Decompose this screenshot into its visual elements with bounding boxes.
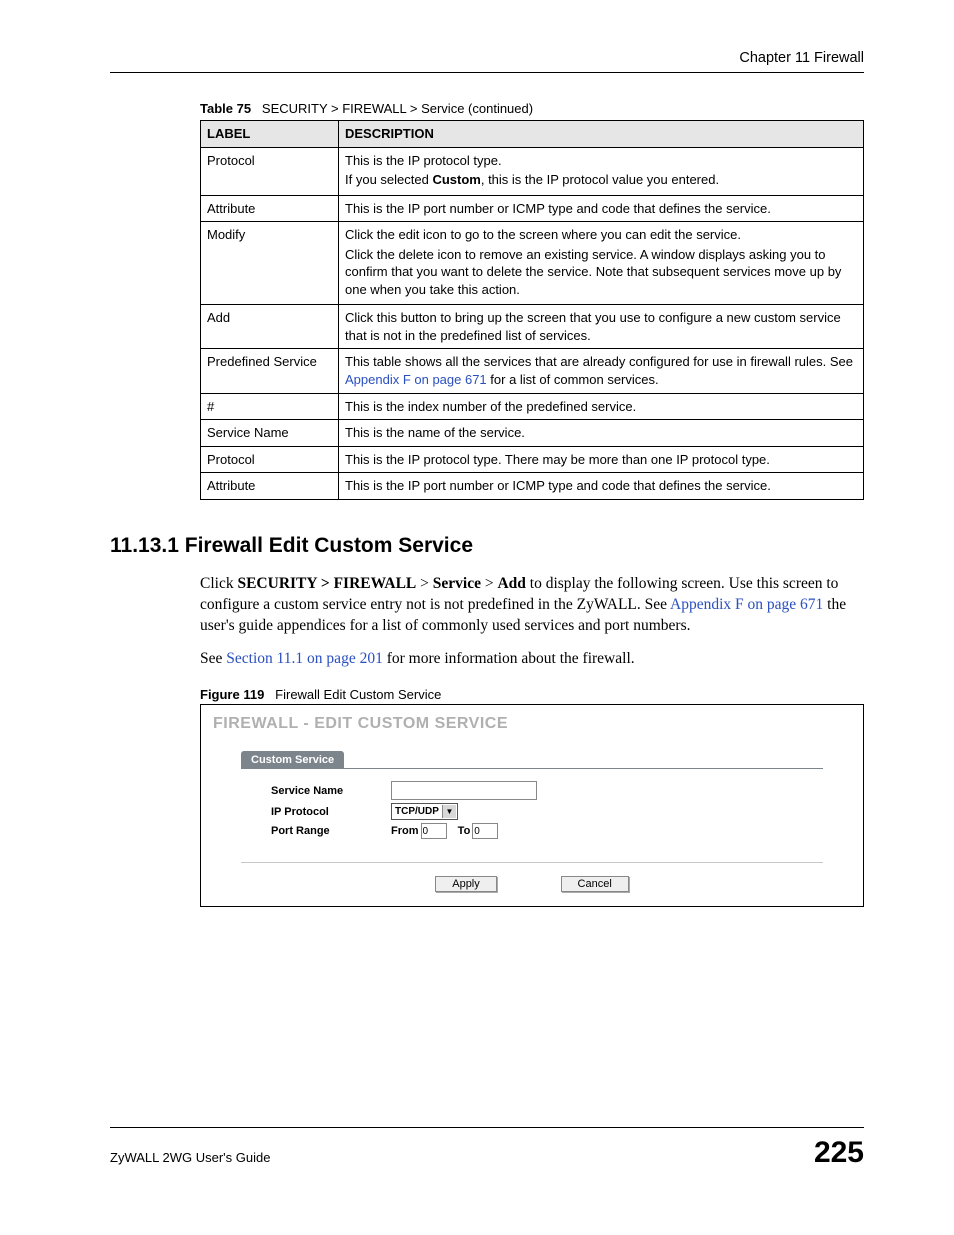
label-service-name: Service Name	[271, 785, 391, 797]
breadcrumb-item: Service	[433, 575, 481, 592]
label-ip-protocol: IP Protocol	[271, 806, 391, 818]
body-text: Click SECURITY > FIREWALL > Service > Ad…	[200, 574, 864, 670]
row-port-range: Port Range From To	[271, 823, 823, 839]
section-link[interactable]: Section 11.1 on page 201	[226, 650, 383, 667]
button-row: Apply Cancel	[241, 875, 823, 892]
text: Click	[200, 575, 237, 592]
label-port-range: Port Range	[271, 825, 391, 837]
select-value: TCP/UDP	[395, 806, 439, 817]
table-caption: Table 75 SECURITY > FIREWALL > Service (…	[200, 101, 864, 116]
label-cell: Attribute	[201, 473, 339, 500]
figure-frame: FIREWALL - EDIT CUSTOM SERVICE Custom Se…	[200, 704, 864, 907]
label-cell: Protocol	[201, 446, 339, 473]
page-number: 225	[814, 1136, 864, 1170]
text: See	[200, 650, 226, 667]
desc-cell: This is the IP protocol type. There may …	[339, 446, 864, 473]
table-row: Predefined Service This table shows all …	[201, 349, 864, 393]
table-row: Service Name This is the name of the ser…	[201, 420, 864, 447]
desc-cell: This is the name of the service.	[339, 420, 864, 447]
form-divider	[241, 862, 823, 863]
table-row: Attribute This is the IP port number or …	[201, 473, 864, 500]
figure-caption-text: Firewall Edit Custom Service	[275, 687, 441, 702]
figure-block: Figure 119 Firewall Edit Custom Service …	[200, 687, 864, 907]
ip-protocol-select[interactable]: TCP/UDP ▼	[391, 803, 458, 820]
figure-caption-num: Figure 119	[200, 687, 264, 702]
figure-caption: Figure 119 Firewall Edit Custom Service	[200, 687, 864, 702]
desc-text: If you selected	[345, 172, 432, 187]
desc-line: This is the IP protocol type.	[345, 152, 857, 170]
desc-cell: This table shows all the services that a…	[339, 349, 864, 393]
table-header-label: Label	[201, 121, 339, 148]
cancel-button[interactable]: Cancel	[561, 876, 629, 892]
table-row: Protocol This is the IP protocol type. I…	[201, 147, 864, 195]
label-cell: Attribute	[201, 195, 339, 222]
desc-line: Click the delete icon to remove an exist…	[345, 246, 857, 299]
label-cell: Modify	[201, 222, 339, 305]
panel-title: FIREWALL - EDIT CUSTOM SERVICE	[213, 715, 853, 733]
label-to: To	[458, 825, 471, 837]
label-cell: Predefined Service	[201, 349, 339, 393]
breadcrumb: SECURITY > FIREWALL	[237, 575, 416, 592]
label-cell: #	[201, 393, 339, 420]
tab-custom-service[interactable]: Custom Service	[241, 751, 344, 769]
table-row: Attribute This is the IP port number or …	[201, 195, 864, 222]
label-cell: Service Name	[201, 420, 339, 447]
chapter-header: Chapter 11 Firewall	[110, 50, 864, 66]
table-row: Add Click this button to bring up the sc…	[201, 305, 864, 349]
desc-text: for a list of common services.	[487, 372, 659, 387]
label-cell: Protocol	[201, 147, 339, 195]
desc-text: This table shows all the services that a…	[345, 354, 853, 369]
desc-cell: This is the IP protocol type. If you sel…	[339, 147, 864, 195]
desc-text: , this is the IP protocol value you ente…	[481, 172, 719, 187]
desc-cell: This is the index number of the predefin…	[339, 393, 864, 420]
panel-inner: Custom Service Service Name IP Protocol …	[241, 751, 823, 892]
paragraph: See Section 11.1 on page 201 for more in…	[200, 649, 864, 670]
text: for more information about the firewall.	[383, 650, 635, 667]
paragraph: Click SECURITY > FIREWALL > Service > Ad…	[200, 574, 864, 637]
port-to-input[interactable]	[472, 823, 498, 839]
table-row: # This is the index number of the predef…	[201, 393, 864, 420]
appendix-link[interactable]: Appendix F on page 671	[670, 596, 823, 613]
header-rule	[110, 72, 864, 73]
table-caption-text: SECURITY > FIREWALL > Service (continued…	[262, 101, 533, 116]
text: >	[416, 575, 433, 592]
label-description-table: Label Description Protocol This is the I…	[200, 120, 864, 500]
service-name-input[interactable]	[391, 781, 537, 800]
desc-bold: Custom	[432, 172, 480, 187]
desc-cell: This is the IP port number or ICMP type …	[339, 195, 864, 222]
apply-button[interactable]: Apply	[435, 876, 497, 892]
text: >	[481, 575, 498, 592]
footer-rule	[110, 1127, 864, 1128]
desc-line: Click the edit icon to go to the screen …	[345, 226, 857, 244]
section-heading: 11.13.1 Firewall Edit Custom Service	[110, 534, 864, 558]
row-ip-protocol: IP Protocol TCP/UDP ▼	[271, 803, 823, 820]
page-footer: ZyWALL 2WG User's Guide 225	[110, 1127, 864, 1170]
desc-line: If you selected Custom, this is the IP p…	[345, 171, 857, 189]
form-area: Service Name IP Protocol TCP/UDP ▼ Port …	[241, 777, 823, 856]
label-cell: Add	[201, 305, 339, 349]
table-row: Modify Click the edit icon to go to the …	[201, 222, 864, 305]
appendix-link[interactable]: Appendix F on page 671	[345, 372, 487, 387]
breadcrumb-item: Add	[497, 575, 525, 592]
desc-cell: Click this button to bring up the screen…	[339, 305, 864, 349]
table-block: Table 75 SECURITY > FIREWALL > Service (…	[200, 101, 864, 500]
port-from-input[interactable]	[421, 823, 447, 839]
desc-cell: Click the edit icon to go to the screen …	[339, 222, 864, 305]
label-from: From	[391, 825, 419, 837]
table-row: Protocol This is the IP protocol type. T…	[201, 446, 864, 473]
table-caption-num: Table 75	[200, 101, 251, 116]
desc-cell: This is the IP port number or ICMP type …	[339, 473, 864, 500]
row-service-name: Service Name	[271, 781, 823, 800]
table-header-description: Description	[339, 121, 864, 148]
footer-guide-name: ZyWALL 2WG User's Guide	[110, 1150, 270, 1165]
chevron-down-icon: ▼	[442, 805, 456, 818]
